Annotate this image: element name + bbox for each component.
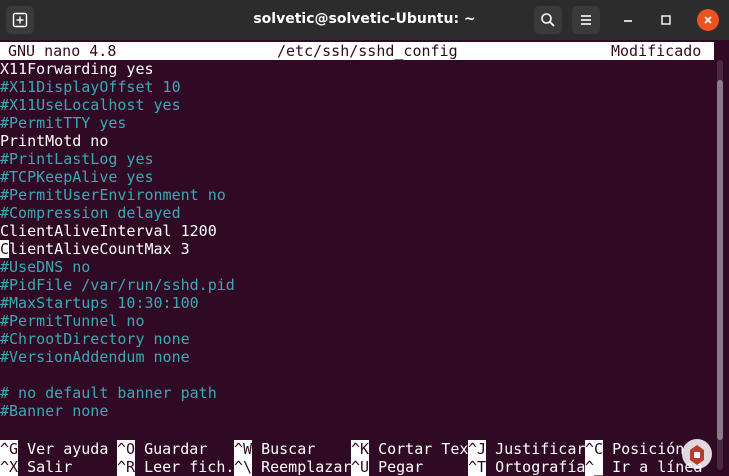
maximize-button[interactable] — [652, 6, 680, 34]
editor-line: #ChrootDirectory none — [0, 330, 190, 348]
editor-line: #PermitTunnel no — [0, 312, 145, 330]
shortcut-item[interactable]: ^G Ver ayuda — [0, 440, 108, 458]
shortcut-key: ^U — [351, 458, 370, 476]
shortcut-key: ^T — [468, 458, 487, 476]
shortcut-label: Posición — [603, 440, 685, 458]
shortcut-label: Cortar Tex — [369, 440, 469, 458]
shortcut-item[interactable]: ^\ Reemplazar — [234, 458, 351, 476]
shortcut-item[interactable]: ^X Salir — [0, 458, 72, 476]
terminal-window: solvetic@solvetic-Ubuntu: ~ GNU nano 4.8… — [0, 0, 729, 476]
watermark-logo-icon — [682, 439, 712, 469]
close-button[interactable] — [697, 9, 719, 31]
shortcut-key: ^_ — [585, 458, 604, 476]
shortcut-label: Reemplazar — [252, 458, 352, 476]
shortcut-key: ^K — [351, 440, 370, 458]
shortcut-key: ^C — [585, 440, 604, 458]
shortcut-key: ^\ — [234, 458, 253, 476]
title-bar: solvetic@solvetic-Ubuntu: ~ — [0, 0, 729, 40]
shortcut-label: Ver ayuda — [18, 440, 109, 458]
shortcut-item[interactable]: ^W Buscar — [234, 440, 315, 458]
editor-text[interactable]: X11Forwarding yes #X11DisplayOffset 10 #X1… — [0, 60, 235, 420]
minimize-button[interactable] — [614, 6, 642, 34]
file-path: /etc/ssh/sshd_config — [277, 42, 458, 60]
shortcut-label: Leer fich. — [135, 458, 235, 476]
terminal-area[interactable]: GNU nano 4.8 /etc/ssh/sshd_config Modifi… — [0, 40, 729, 476]
shortcut-key: ^O — [117, 440, 136, 458]
scrollbar-thumb[interactable] — [717, 80, 723, 440]
shortcut-row-1: ^G Ver ayuda ^O Guardar ^W Buscar ^K Cortar… — [0, 440, 729, 458]
modified-status: Modificado — [611, 42, 702, 60]
shortcut-item[interactable]: ^C Posición — [585, 440, 684, 458]
editor-line: #PermitTTY yes — [0, 114, 127, 132]
shortcut-label: Buscar — [252, 440, 316, 458]
minimize-icon — [624, 20, 632, 22]
editor-line: PrintMotd no — [0, 132, 109, 150]
editor-line: #VersionAddendum none — [0, 348, 190, 366]
search-icon — [541, 13, 555, 27]
editor-line: #UseDNS no — [0, 258, 91, 276]
editor-line: # no default banner path — [0, 384, 217, 402]
shortcut-key: ^W — [234, 440, 253, 458]
editor-line: X11Forwarding yes — [0, 60, 154, 78]
shortcut-label: Salir — [18, 458, 73, 476]
shortcut-item[interactable]: ^U Pegar — [351, 458, 423, 476]
shortcut-row-2: ^X Salir ^R Leer fich. ^\ Reemplazar ^U Peg… — [0, 458, 729, 476]
shortcut-bar: ^G Ver ayuda ^O Guardar ^W Buscar ^K Cortar… — [0, 440, 729, 476]
shortcut-key: ^J — [468, 440, 487, 458]
editor-line: #PrintLastLog yes — [0, 150, 154, 168]
editor-line: #TCPKeepAlive yes — [0, 168, 154, 186]
shortcut-item[interactable]: ^O Guardar — [117, 440, 207, 458]
shortcut-item[interactable]: ^R Leer fich. — [117, 458, 234, 476]
shortcut-key: ^R — [117, 458, 136, 476]
maximize-icon — [661, 15, 671, 25]
shortcut-key: ^G — [0, 440, 19, 458]
editor-line: #Compression delayed — [0, 204, 181, 222]
close-icon — [704, 16, 712, 24]
shortcut-label: Justificar — [486, 440, 586, 458]
editor-line: #PidFile /var/run/sshd.pid — [0, 276, 235, 294]
editor-line: #Banner none — [0, 402, 109, 420]
shortcut-key: ^X — [0, 458, 19, 476]
shortcut-item[interactable]: ^K Cortar Tex — [351, 440, 468, 458]
shortcut-label: Ortografía — [486, 458, 586, 476]
shortcut-label: Guardar — [135, 440, 208, 458]
menu-button[interactable] — [572, 6, 600, 34]
editor-line: #PermitUserEnvironment no — [0, 186, 226, 204]
editor-line: #X11DisplayOffset 10 — [0, 78, 181, 96]
nano-version: GNU nano 4.8 — [8, 42, 117, 60]
scrollbar[interactable] — [717, 60, 723, 470]
editor-line: ClientAliveInterval 1200 — [0, 222, 217, 240]
shortcut-item[interactable]: ^J Justificar — [468, 440, 585, 458]
hamburger-menu-icon — [581, 15, 591, 25]
nano-header-bar: GNU nano 4.8 /etc/ssh/sshd_config Modifi… — [0, 42, 714, 60]
text-cursor: C — [0, 240, 10, 258]
editor-line: #X11UseLocalhost yes — [0, 96, 181, 114]
editor-line: ClientAliveCountMax 3 — [0, 240, 190, 258]
search-button[interactable] — [534, 6, 562, 34]
shortcut-item[interactable]: ^T Ortografía — [468, 458, 585, 476]
editor-line: #MaxStartups 10:30:100 — [0, 294, 199, 312]
shortcut-label: Pegar — [369, 458, 424, 476]
